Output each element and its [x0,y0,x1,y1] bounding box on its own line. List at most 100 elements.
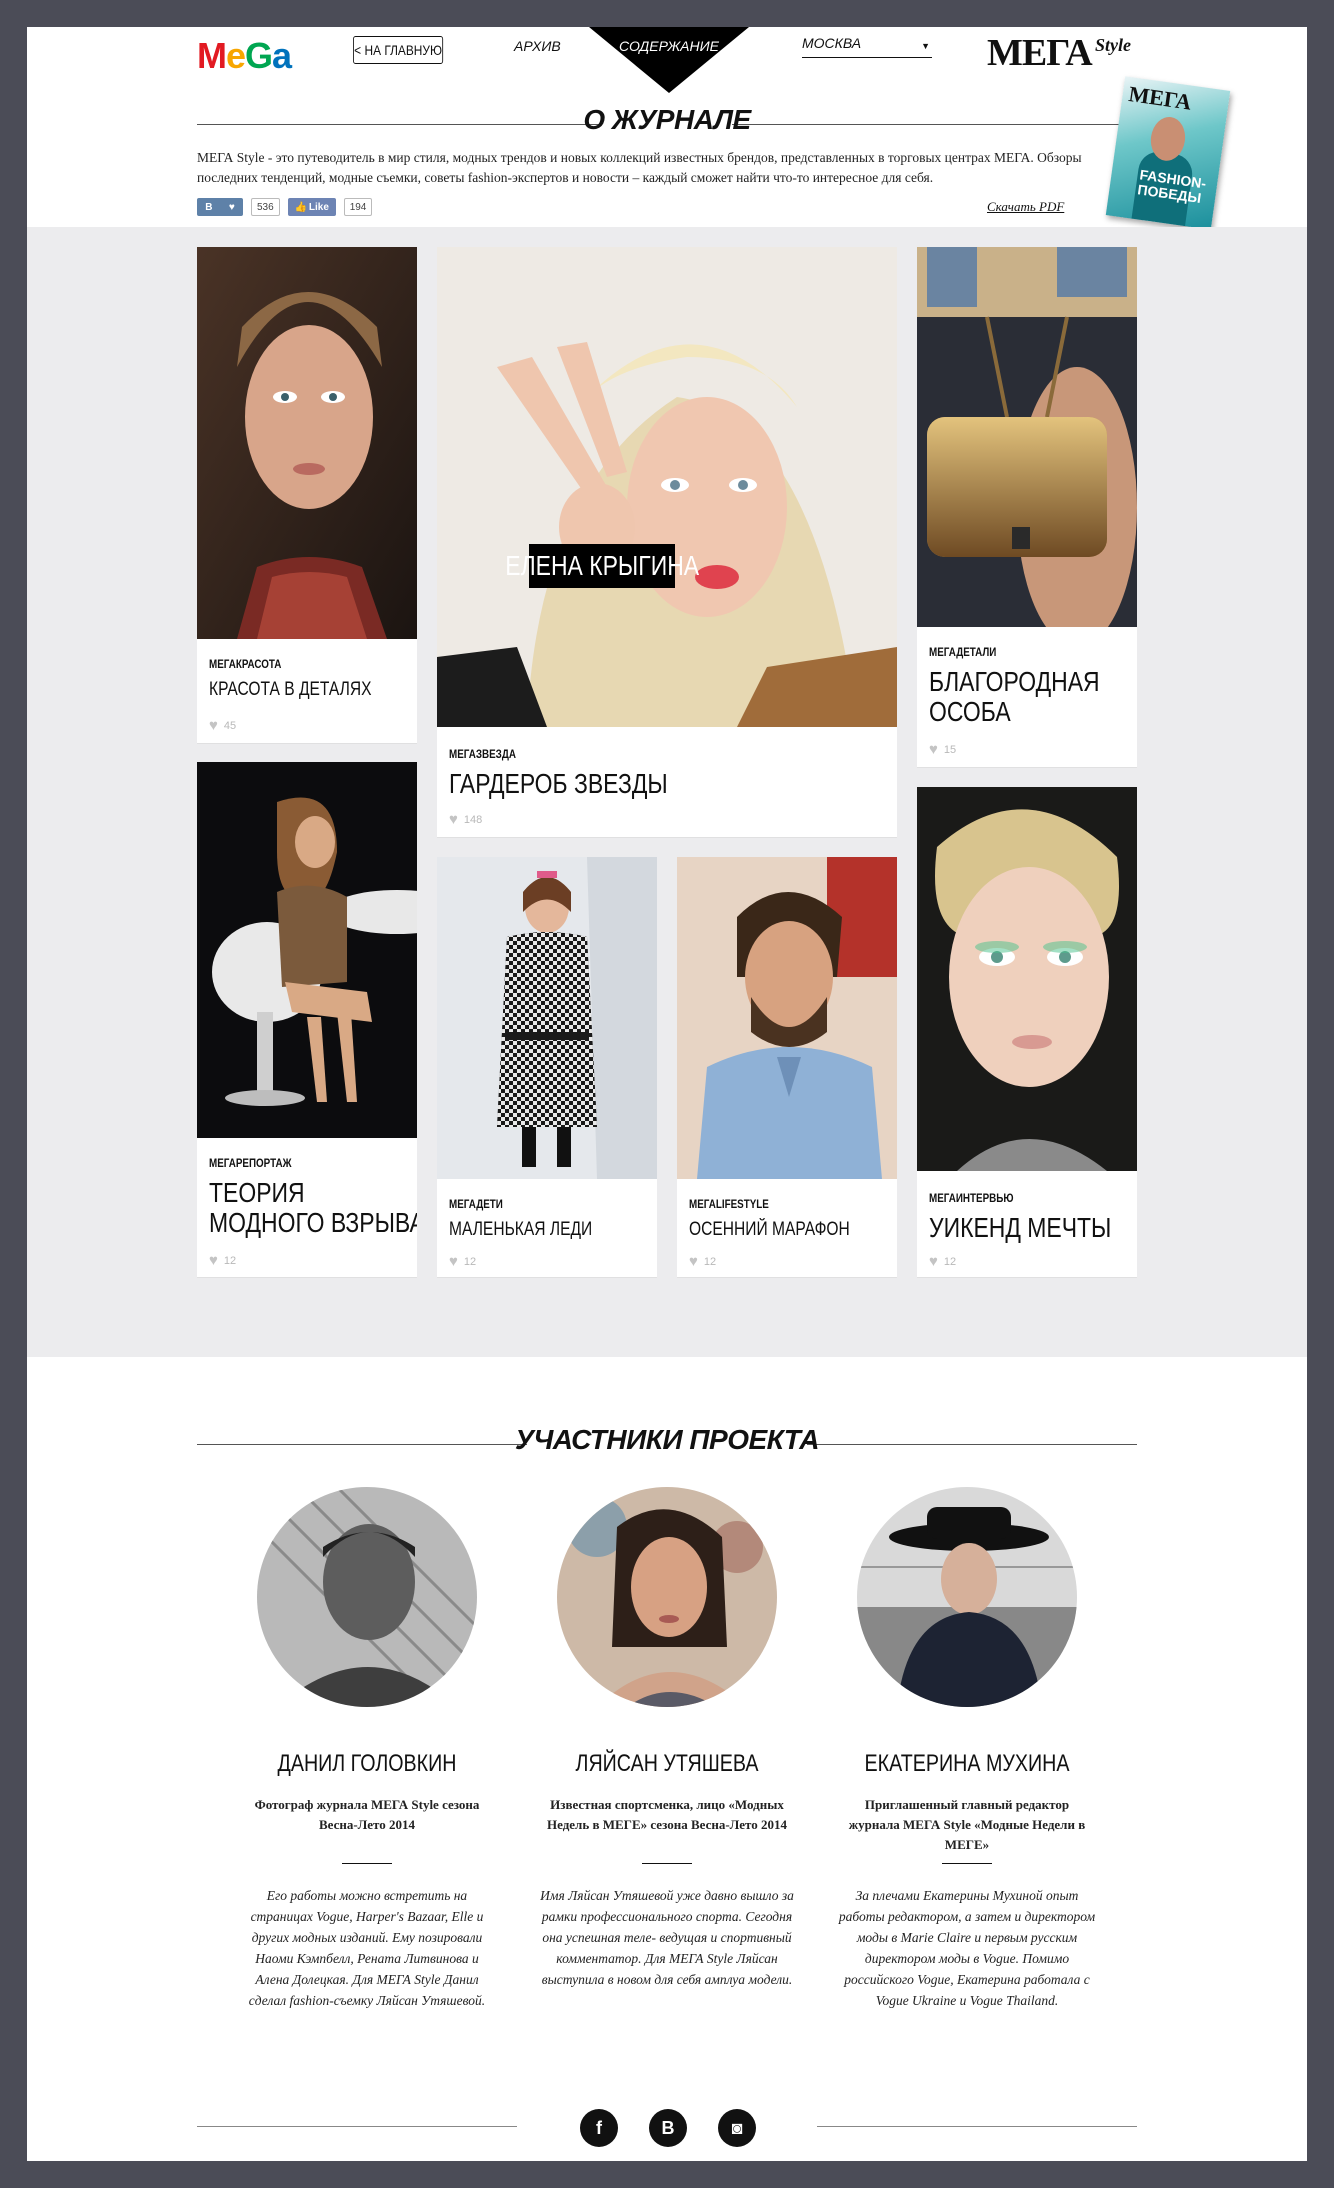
article-category: МЕГАРЕПОРТАЖ [209,1156,292,1170]
participant-bio: За плечами Екатерины Мухиной опыт работы… [838,1888,1096,2008]
article-photo [197,762,417,1138]
article-photo [197,247,417,639]
article-title: ТЕОРИЯ [209,1177,305,1208]
home-button-label: НА ГЛАВНУЮ [364,42,442,58]
vk-icon[interactable]: B [649,2109,687,2147]
heart-icon: ♥ [449,1253,458,1270]
like-count: 12 [943,1255,957,1268]
participant-bio: Имя Ляйсан Утяшевой уже давно вышло за р… [540,1888,794,1987]
magazine-cover[interactable]: МЕГА FASHION-ПОБЕДЫ [1105,76,1231,230]
nav-contents[interactable]: СОДЕРЖАНИЕ [589,27,749,93]
likes[interactable]: ♥ 12 [929,1253,956,1270]
home-button[interactable]: < НА ГЛАВНУЮ [353,36,444,64]
facebook-icon[interactable]: f [580,2109,618,2147]
heart-icon: ♥ [209,717,218,734]
participants-heading: УЧАСТНИКИ ПРОЕКТА [197,1424,1137,1464]
about-title: О ЖУРНАЛЕ [583,104,751,135]
vk-count: 536 [251,198,280,216]
likes[interactable]: ♥ 12 [689,1253,716,1270]
likes[interactable]: ♥ 148 [449,811,482,828]
participants-section: УЧАСТНИКИ ПРОЕКТА ДАНИЛ ГОЛОВКИН Фотогра… [27,1357,1307,2161]
fb-like-button[interactable]: 👍 Like [287,198,336,216]
download-pdf-link[interactable]: Скачать PDF [987,199,1064,215]
header: MeGa < НА ГЛАВНУЮ АРХИВ СОДЕРЖАНИЕ МОСКВ… [27,27,1307,230]
likes[interactable]: ♥ 45 [209,717,236,734]
footer-divider [197,2126,517,2127]
brand-name: МЕГА [987,32,1093,74]
avatar [857,1487,1077,1707]
heart-icon: ♥ [929,1253,938,1270]
article-title: ГАРДЕРОБ ЗВЕЗДЫ [449,768,668,799]
article-title-line2: ОСОБА [929,696,1011,727]
like-count: 12 [463,1255,477,1268]
article-card[interactable]: МЕГАДЕТИ МАЛЕНЬКАЯ ЛЕДИ ♥ 12 [437,857,657,1277]
article-category: МЕГАИНТЕРВЬЮ [929,1191,1014,1205]
heart-icon: ♥ [209,1252,218,1269]
article-category: МЕГАКРАСОТА [209,657,282,671]
like-count: 148 [463,813,483,826]
share-buttons: B ♥ 536 👍 Like 194 [197,197,373,217]
vk-icon: B [205,201,213,213]
likes[interactable]: ♥ 15 [929,741,956,758]
article-category: МЕГАЗВЕЗДА [449,747,516,761]
article-photo [917,247,1137,627]
participant-role: Известная спортсменка, лицо «Модных Неде… [547,1797,787,1832]
article-category: МЕГАДЕТАЛИ [929,645,997,659]
participant-name: ДАНИЛ ГОЛОВКИН [277,1750,457,1777]
article-card[interactable]: МЕГАДЕТАЛИ БЛАГОРОДНАЯ ОСОБА ♥ 15 [917,247,1137,767]
cover-title: МЕГА [1127,81,1193,115]
divider [342,1863,392,1864]
likes[interactable]: ♥ 12 [209,1252,236,1269]
article-card[interactable]: МЕГАРЕПОРТАЖ ТЕОРИЯ МОДНОГО ВЗРЫВА ♥ 12 [197,762,417,1277]
divider [642,1863,692,1864]
vk-share-button[interactable]: B ♥ [197,198,243,216]
article-card-featured[interactable]: ЕЛЕНА КРЫГИНА МЕГАЗВЕЗДА ГАРДЕРОБ ЗВЕЗДЫ… [437,247,897,837]
articles-grid: МЕГАКРАСОТА КРАСОТА В ДЕТАЛЯХ ♥ 45 ЕЛЕНА … [27,227,1307,1357]
brand-sub: Style [1095,35,1131,55]
participant-name: ЛЯЙСАН УТЯШЕВА [575,1750,759,1777]
likes[interactable]: ♥ 12 [449,1253,476,1270]
city-select[interactable]: МОСКВА ▼ [802,35,932,58]
like-count: 15 [943,743,957,756]
like-count: 12 [223,1254,237,1267]
article-title-line2: МОДНОГО ВЗРЫВА [209,1207,417,1238]
article-title: МАЛЕНЬКАЯ ЛЕДИ [449,1219,593,1240]
caret-down-icon: ▼ [921,41,930,51]
article-photo [677,857,897,1179]
mega-logo[interactable]: MeGa [197,35,317,77]
nav-contents-label: СОДЕРЖАНИЕ [619,38,719,54]
heart-icon: ♥ [689,1253,698,1270]
divider [942,1863,992,1864]
article-category: МЕГАДЕТИ [449,1197,503,1211]
nav-archive[interactable]: АРХИВ [514,38,561,54]
footer-divider [817,2126,1137,2127]
about-heading: О ЖУРНАЛЕ [197,104,1137,144]
about-text: МЕГА Style - это путеводитель в мир стил… [197,150,1082,185]
like-count: 45 [223,719,237,732]
fb-count: 194 [343,198,373,216]
participants-title: УЧАСТНИКИ ПРОЕКТА [515,1424,819,1455]
article-title: КРАСОТА В ДЕТАЛЯХ [209,679,372,700]
heart-icon: ♥ [929,741,938,758]
avatar [257,1487,477,1707]
city-value: МОСКВА [802,35,862,51]
participant-name: ЕКАТЕРИНА МУХИНА [864,1750,1070,1777]
article-title: БЛАГОРОДНАЯ [929,666,1100,697]
mega-style-logo[interactable]: МЕГА Style [987,31,1147,75]
fb-like-label: Like [308,201,329,213]
article-title: УИКЕНД МЕЧТЫ [929,1212,1112,1243]
thumbs-up-icon: 👍 [294,201,307,213]
instagram-icon[interactable]: ◙ [718,2109,756,2147]
heart-icon: ♥ [228,201,235,213]
article-card[interactable]: МЕГАКРАСОТА КРАСОТА В ДЕТАЛЯХ ♥ 45 [197,247,417,743]
page: MeGa < НА ГЛАВНУЮ АРХИВ СОДЕРЖАНИЕ МОСКВ… [27,27,1307,2161]
participant-bio: Его работы можно встретить на страницах … [248,1888,486,2008]
article-card[interactable]: МЕГАLIFESTYLE ОСЕННИЙ МАРАФОН ♥ 12 [677,857,897,1277]
nav-contents-marker [589,27,749,93]
avatar [557,1487,777,1707]
article-photo [917,787,1137,1171]
heart-icon: ♥ [449,811,458,828]
chevron-left-icon: < [354,42,362,58]
participant-role: Фотограф журнала МЕГА Style сезона Весна… [254,1797,480,1832]
article-card[interactable]: МЕГАИНТЕРВЬЮ УИКЕНД МЕЧТЫ ♥ 12 [917,787,1137,1277]
